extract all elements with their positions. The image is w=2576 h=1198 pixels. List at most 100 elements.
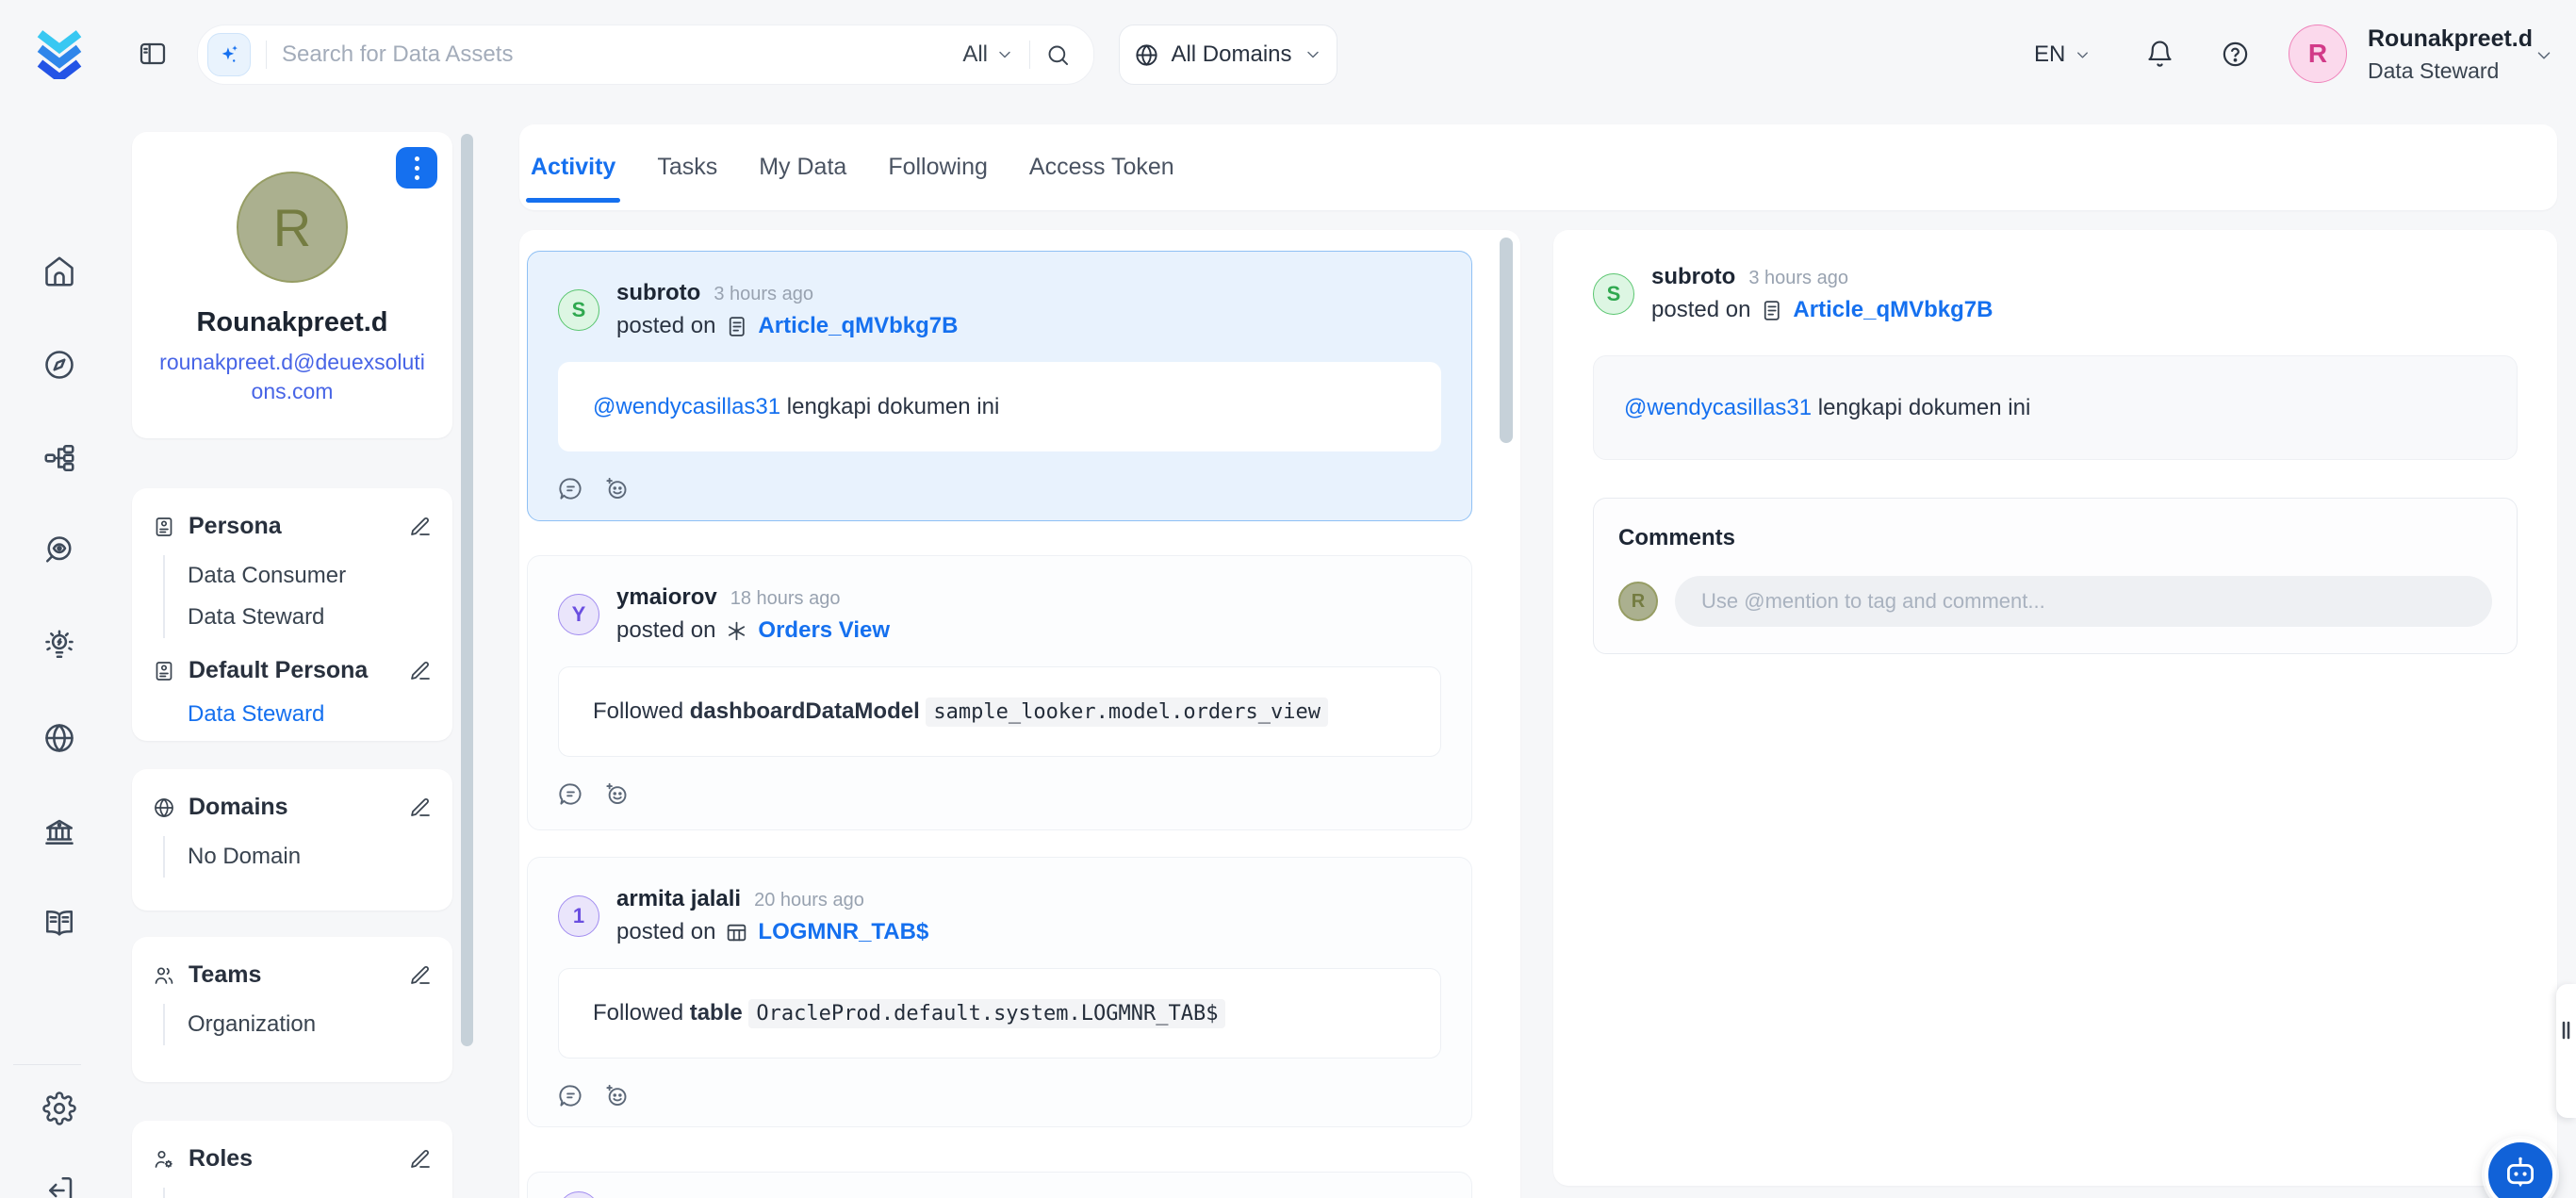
feed-item[interactable]: 1 armita jalali: [527, 1172, 1472, 1198]
roles-title: Roles: [189, 1145, 396, 1173]
domain-item: No Domain: [188, 836, 432, 878]
divider: [1029, 41, 1030, 69]
tab-access-token[interactable]: Access Token: [1027, 124, 1176, 210]
detail-user: subroto: [1651, 264, 1735, 290]
thread-detail-panel: S subroto 3 hours ago posted on Article_…: [1553, 230, 2557, 1186]
grip-icon: [2560, 1018, 2572, 1042]
edit-persona-icon[interactable]: [409, 516, 432, 538]
left-nav-rail: [0, 108, 94, 1198]
profile-avatar: R: [237, 172, 348, 283]
detail-target-link[interactable]: Article_qMVbkg7B: [1793, 297, 1993, 323]
feed-timestamp: 20 hours ago: [754, 890, 864, 911]
feed-target-link[interactable]: Article_qMVbkg7B: [758, 313, 958, 339]
edit-domains-icon[interactable]: [409, 796, 432, 819]
article-icon: [725, 315, 748, 338]
add-reaction-icon[interactable]: [604, 1083, 630, 1108]
top-navbar: All All Domains EN R Rounakpreet.d Data: [0, 0, 2576, 108]
more-options-icon[interactable]: [396, 147, 437, 189]
feed-scrollbar[interactable]: [1500, 238, 1513, 443]
language-selector[interactable]: EN: [2034, 28, 2092, 81]
domains-icon[interactable]: [42, 721, 76, 755]
message-fqn: OracleProd.default.system.LOGMNR_TAB$: [748, 999, 1225, 1028]
notifications-bell-icon[interactable]: [2145, 40, 2174, 69]
feed-action: posted on: [616, 617, 715, 644]
edit-roles-icon[interactable]: [409, 1148, 432, 1171]
team-item: Organization: [188, 1004, 432, 1045]
insights-icon[interactable]: [42, 628, 76, 662]
feed-item[interactable]: Y ymaiorov 18 hours ago posted on Orders…: [527, 555, 1472, 830]
domains-card: Domains No Domain: [132, 769, 452, 911]
persona-item: Data Steward: [188, 597, 432, 638]
avatar: S: [1593, 273, 1634, 315]
detail-action: posted on: [1651, 297, 1750, 323]
chevron-down-icon[interactable]: [2534, 45, 2554, 66]
add-reaction-icon[interactable]: [604, 781, 630, 807]
profile-email-link[interactable]: rounakpreet.d@deuexsolutions.com: [159, 348, 425, 406]
default-persona-title: Default Persona: [189, 657, 396, 684]
observability-icon[interactable]: [42, 533, 76, 567]
avatar: 1: [558, 895, 599, 937]
search-input[interactable]: [282, 41, 947, 68]
reply-icon[interactable]: [558, 781, 583, 807]
feed-action: posted on: [616, 919, 715, 945]
reply-icon[interactable]: [558, 1083, 583, 1108]
mention-link[interactable]: @wendycasillas31: [1624, 395, 1812, 420]
feed-item[interactable]: S subroto 3 hours ago posted on Article_…: [527, 251, 1472, 521]
roles-icon: [153, 1148, 175, 1171]
comment-input[interactable]: [1675, 576, 2492, 627]
reply-icon[interactable]: [558, 476, 583, 501]
help-icon[interactable]: [2221, 40, 2250, 69]
user-avatar[interactable]: R: [2289, 25, 2347, 83]
search-scope-dropdown[interactable]: All: [962, 41, 1014, 68]
feed-target-link[interactable]: LOGMNR_TAB$: [758, 919, 928, 945]
edit-default-persona-icon[interactable]: [409, 660, 432, 682]
data-model-icon: [725, 619, 748, 643]
user-role: Data Steward: [2368, 58, 2533, 84]
search-scope-label: All: [962, 41, 988, 68]
explore-icon[interactable]: [42, 348, 76, 382]
glossary-icon[interactable]: [42, 907, 76, 941]
feed-item[interactable]: 1 armita jalali 20 hours ago posted on L…: [527, 857, 1472, 1127]
persona-card: Persona Data Consumer Data Steward Defau…: [132, 488, 452, 741]
settings-icon[interactable]: [42, 1091, 76, 1125]
tab-tasks[interactable]: Tasks: [655, 124, 719, 210]
logout-icon[interactable]: [42, 1173, 76, 1198]
activity-feed: S subroto 3 hours ago posted on Article_…: [519, 230, 1520, 1198]
message-text: Followed: [593, 698, 683, 724]
govern-icon[interactable]: [42, 815, 76, 849]
role-item: Admin: [188, 1188, 432, 1198]
tab-activity[interactable]: Activity: [529, 124, 617, 210]
message-entity-type: table: [690, 1000, 743, 1026]
feed-target-link[interactable]: Orders View: [758, 617, 890, 644]
feed-user: ymaiorov: [616, 584, 717, 611]
edit-teams-icon[interactable]: [409, 964, 432, 987]
sidebar-toggle-icon[interactable]: [138, 39, 168, 69]
detail-timestamp: 3 hours ago: [1748, 268, 1848, 289]
tab-my-data[interactable]: My Data: [757, 124, 848, 210]
add-reaction-icon[interactable]: [604, 476, 630, 501]
lineage-icon[interactable]: [42, 441, 76, 475]
tab-following[interactable]: Following: [886, 124, 990, 210]
all-domains-button[interactable]: All Domains: [1119, 25, 1337, 85]
teams-icon: [153, 964, 175, 987]
user-menu[interactable]: Rounakpreet.d Data Steward: [2368, 25, 2533, 84]
ai-sparkle-icon[interactable]: [207, 33, 251, 76]
teams-card: Teams Organization: [132, 937, 452, 1082]
app-logo-icon[interactable]: [32, 25, 87, 79]
avatar: 1: [558, 1191, 599, 1198]
chevron-down-icon: [2074, 46, 2092, 64]
message-entity-type: dashboardDataModel: [690, 698, 920, 724]
feed-action: posted on: [616, 313, 715, 339]
profile-panel-scrollbar[interactable]: [461, 134, 473, 1046]
detail-message: @wendycasillas31 lengkapi dokumen ini: [1593, 355, 2518, 460]
rail-divider: [13, 1064, 81, 1065]
version-widget-handle[interactable]: [2556, 984, 2576, 1118]
home-icon[interactable]: [42, 254, 76, 288]
language-label: EN: [2034, 41, 2065, 68]
search-icon[interactable]: [1045, 42, 1071, 68]
feed-user: subroto: [616, 280, 700, 306]
comment-avatar: R: [1618, 582, 1658, 621]
default-persona-value-link[interactable]: Data Steward: [188, 701, 432, 728]
mention-link[interactable]: @wendycasillas31: [593, 394, 780, 419]
globe-icon: [1134, 42, 1159, 68]
